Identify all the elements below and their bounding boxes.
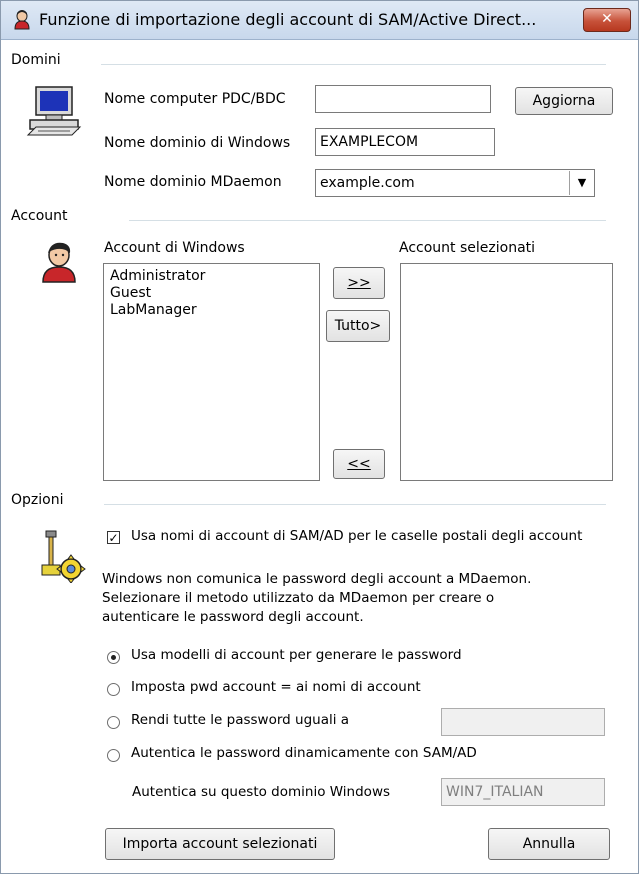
- domains-group-label: Domini: [11, 52, 61, 68]
- add-all-button-label: Tutto>: [334, 318, 382, 334]
- title-bar: Funzione di importazione degli account d…: [1, 1, 638, 40]
- add-all-button[interactable]: Tutto>: [326, 310, 390, 342]
- auth-domain-input[interactable]: WIN7_ITALIAN: [441, 778, 605, 806]
- info-text-line1: Windows non comunica le password degli a…: [102, 571, 532, 587]
- refresh-button[interactable]: Aggiorna: [515, 87, 613, 115]
- selected-accounts-list[interactable]: [400, 263, 613, 481]
- selected-accounts-label: Account selezionati: [399, 240, 536, 256]
- options-group-label: Opzioni: [11, 492, 64, 508]
- import-dialog: Funzione di importazione degli account d…: [0, 0, 639, 874]
- use-sam-names-label: Usa nomi di account di SAM/AD per le cas…: [131, 528, 583, 544]
- radio-dynamic-auth[interactable]: [107, 749, 120, 762]
- radio-use-templates-label[interactable]: Usa modelli di account per generare le p…: [131, 647, 462, 663]
- chevron-down-icon[interactable]: ▼: [569, 171, 594, 195]
- windows-accounts-list[interactable]: Administrator Guest LabManager: [103, 263, 320, 481]
- info-text-line2: Selezionare il metodo utilizzato da MDae…: [102, 590, 495, 606]
- tools-gear-icon: [38, 527, 86, 584]
- radio-pwd-equals-name-label[interactable]: Imposta pwd account = ai nomi di account: [131, 679, 421, 695]
- windows-domain-label: Nome dominio di Windows: [104, 135, 291, 151]
- list-item[interactable]: Guest: [110, 285, 319, 302]
- same-password-input[interactable]: [441, 708, 605, 736]
- radio-pwd-equals-name[interactable]: [107, 683, 120, 696]
- remove-selected-button-label: <<: [347, 456, 371, 472]
- accounts-group-label: Account: [11, 208, 68, 224]
- user-icon: [39, 241, 79, 283]
- mdaemon-domain-select[interactable]: example.com ▼: [315, 169, 595, 197]
- radio-same-password-label[interactable]: Rendi tutte le password uguali a: [131, 712, 349, 728]
- import-selected-button-label: Importa account selezionati: [122, 836, 318, 852]
- windows-domain-input[interactable]: EXAMPLECOM: [315, 128, 495, 156]
- windows-accounts-label: Account di Windows: [104, 240, 245, 256]
- radio-use-templates[interactable]: [107, 651, 120, 664]
- options-group-divider: [104, 504, 606, 505]
- list-item[interactable]: Administrator: [110, 268, 319, 285]
- mdaemon-domain-label: Nome dominio MDaemon: [104, 174, 282, 190]
- auth-domain-label: Autentica su questo dominio Windows: [132, 784, 391, 800]
- add-selected-button-label: >>: [347, 275, 371, 291]
- pdc-label: Nome computer PDC/BDC: [104, 91, 286, 107]
- close-button[interactable]: ✕: [583, 8, 631, 32]
- computer-icon: [26, 83, 82, 139]
- cancel-button[interactable]: Annulla: [488, 828, 610, 860]
- refresh-button-label: Aggiorna: [532, 93, 596, 109]
- use-sam-names-checkbox[interactable]: ✓: [107, 531, 120, 544]
- list-item[interactable]: LabManager: [110, 302, 319, 319]
- accounts-group-divider: [129, 220, 606, 221]
- mdaemon-domain-value: example.com: [320, 175, 415, 191]
- pdc-input[interactable]: [315, 85, 491, 113]
- domains-group-divider: [101, 64, 606, 65]
- radio-same-password[interactable]: [107, 716, 120, 729]
- cancel-button-label: Annulla: [522, 836, 576, 852]
- info-text-line3: autenticare le password degli account.: [102, 609, 364, 625]
- window-title: Funzione di importazione degli account d…: [39, 10, 537, 29]
- import-selected-button[interactable]: Importa account selezionati: [105, 828, 335, 860]
- add-selected-button[interactable]: >>: [333, 267, 385, 299]
- remove-selected-button[interactable]: <<: [333, 449, 385, 479]
- app-person-icon: [13, 10, 31, 30]
- radio-dynamic-auth-label[interactable]: Autentica le password dinamicamente con …: [131, 745, 477, 761]
